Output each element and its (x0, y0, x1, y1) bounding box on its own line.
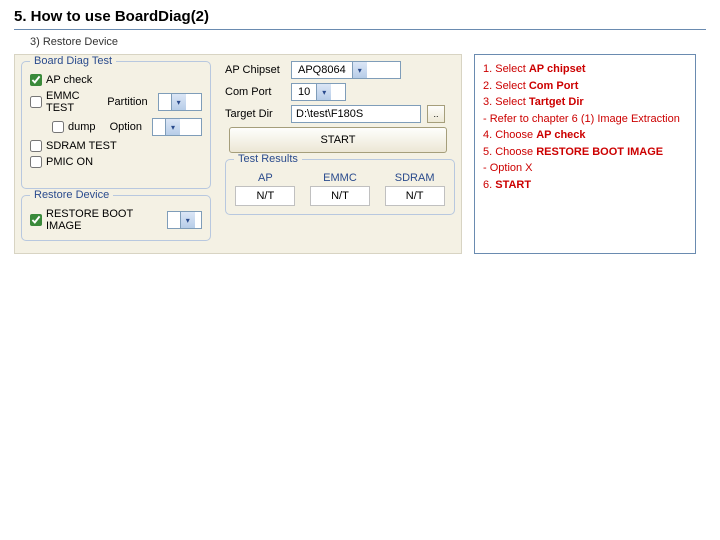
partition-select[interactable]: ▾ (158, 93, 202, 111)
chevron-down-icon: ▾ (171, 94, 186, 110)
instructions-panel: 1. Select AP chipset 2. Select Com Port … (474, 54, 696, 254)
ap-chipset-select[interactable]: APQ8064▾ (291, 61, 401, 79)
emmc-test-checkbox[interactable]: EMMC TEST (30, 90, 101, 114)
browse-button[interactable]: .. (427, 105, 445, 123)
result-emmc-value: N/T (310, 186, 370, 206)
com-port-select[interactable]: 10▾ (291, 83, 346, 101)
group-legend: Board Diag Test (30, 55, 116, 67)
group-test-results: Test Results AP N/T EMMC N/T SDRAM N/T (225, 159, 455, 215)
start-button[interactable]: START (229, 127, 447, 153)
result-sdram-value: N/T (385, 186, 445, 206)
sdram-test-checkbox[interactable]: SDRAM TEST (30, 140, 117, 152)
app-panel: Board Diag Test AP check EMMC TEST Parti… (14, 54, 462, 254)
group-legend: Restore Device (30, 189, 113, 201)
instruction-line: 1. Select AP chipset (483, 61, 687, 78)
target-dir-input[interactable]: D:\test\F180S (291, 105, 421, 123)
instruction-line: 4. Choose AP check (483, 127, 687, 144)
ap-check-checkbox[interactable]: AP check (30, 74, 92, 86)
instruction-line: 2. Select Com Port (483, 78, 687, 95)
instruction-line: 3. Select Tartget Dir (483, 94, 687, 111)
result-ap-value: N/T (235, 186, 295, 206)
option-label: Option (110, 121, 142, 133)
com-port-label: Com Port (225, 86, 285, 98)
instruction-line: 5. Choose RESTORE BOOT IMAGE (483, 144, 687, 161)
ap-chipset-label: AP Chipset (225, 64, 285, 76)
group-restore-device: Restore Device RESTORE BOOT IMAGE ▾ (21, 195, 211, 241)
option-select[interactable]: ▾ (152, 118, 202, 136)
result-ap: AP N/T (235, 172, 295, 206)
chevron-down-icon: ▾ (316, 84, 331, 100)
dump-checkbox[interactable]: dump (52, 121, 96, 133)
instruction-line: - Option X (483, 160, 687, 177)
page-title: 5. How to use BoardDiag(2) (0, 0, 720, 29)
partition-label: Partition (107, 96, 147, 108)
chevron-down-icon: ▾ (352, 62, 367, 78)
restore-select[interactable]: ▾ (167, 211, 202, 229)
subtitle: 3) Restore Device (0, 36, 720, 54)
instruction-line: - Refer to chapter 6 (1) Image Extractio… (483, 111, 687, 128)
result-sdram: SDRAM N/T (385, 172, 445, 206)
target-dir-label: Target Dir (225, 108, 285, 120)
group-board-diag-test: Board Diag Test AP check EMMC TEST Parti… (21, 61, 211, 189)
pmic-on-checkbox[interactable]: PMIC ON (30, 156, 93, 168)
result-emmc: EMMC N/T (310, 172, 370, 206)
chevron-down-icon: ▾ (165, 119, 180, 135)
group-legend: Test Results (234, 153, 302, 165)
title-divider (14, 29, 706, 30)
restore-boot-checkbox[interactable]: RESTORE BOOT IMAGE (30, 208, 161, 232)
chevron-down-icon: ▾ (180, 212, 195, 228)
instruction-line: 6. START (483, 177, 687, 194)
